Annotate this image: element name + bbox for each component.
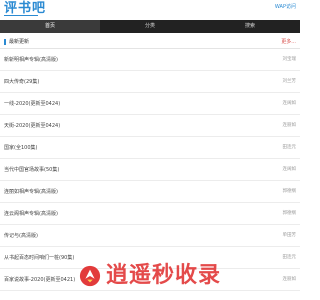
list-item[interactable]: 百家说故事-2020(更新至0421) 连丽如 [0,269,300,291]
list-item-tag[interactable]: 连丽如 [283,276,297,284]
main-nav: 首页 分类 搜索 [0,20,300,33]
list-item-tag[interactable]: 田连元 [283,254,297,262]
list-item[interactable]: 四大传奇(29集) 刘兰芳 [0,71,300,93]
list-item[interactable]: 当代中国官场故事(50集) 连阔如 [0,159,300,181]
section-marker [4,39,6,45]
wap-link[interactable]: WAP访问 [275,4,296,11]
list-item-title[interactable]: 从书起百态时间咱们一桩(90集) [4,254,74,262]
list-item-tag[interactable]: 刘宝瑞 [283,56,297,64]
list-item-tag[interactable]: 单田芳 [283,232,297,240]
list-item-tag[interactable]: 连丽如 [283,122,297,130]
list-item-title[interactable]: 四大传奇(29集) [4,78,39,86]
list-item[interactable]: 天街-2020(更新至0424) 连丽如 [0,115,300,137]
list-item-tag[interactable]: 连阔如 [283,166,297,174]
list-item[interactable]: 连丽如相声专辑(高清版) 郭德纲 [0,181,300,203]
list-item-title[interactable]: 连丽如相声专辑(高清版) [4,188,58,196]
update-list: 新斩明相声专辑(高清版) 刘宝瑞 四大传奇(29集) 刘兰芳 一线-2020(更… [0,49,300,291]
list-item-tag[interactable]: 田连元 [283,144,297,152]
list-item-title[interactable]: 国家(全100集) [4,144,37,152]
list-item-title[interactable]: 百家说故事-2020(更新至0421) [4,276,75,284]
list-item-title[interactable]: 传记与(高清版) [4,232,38,240]
nav-item-home[interactable]: 首页 [0,20,100,33]
section-title: 最新更新 [9,39,30,45]
latest-updates-header: 最新更新 更多... [0,36,300,49]
list-item-title[interactable]: 一线-2020(更新至0424) [4,100,60,108]
nav-item-search[interactable]: 搜索 [200,20,300,33]
site-header: 评书吧 WAP访问 [0,0,300,18]
logo-underline [4,15,38,16]
list-item-title[interactable]: 当代中国官场故事(50集) [4,166,59,174]
list-item-title[interactable]: 天街-2020(更新至0424) [4,122,60,130]
nav-item-category[interactable]: 分类 [100,20,200,33]
list-item[interactable]: 新斩明相声专辑(高清版) 刘宝瑞 [0,49,300,71]
list-item-title[interactable]: 连云阁相声专辑(高清版) [4,210,58,218]
list-item[interactable]: 一线-2020(更新至0424) 连阔如 [0,93,300,115]
list-item[interactable]: 国家(全100集) 田连元 [0,137,300,159]
list-item-title[interactable]: 新斩明相声专辑(高清版) [4,56,58,64]
list-item-tag[interactable]: 刘兰芳 [283,78,297,86]
list-item[interactable]: 传记与(高清版) 单田芳 [0,225,300,247]
list-item-tag[interactable]: 郭德纲 [283,188,297,196]
more-link[interactable]: 更多... [281,38,296,46]
list-item-tag[interactable]: 郭德纲 [283,210,297,218]
list-item[interactable]: 连云阁相声专辑(高清版) 郭德纲 [0,203,300,225]
list-item[interactable]: 从书起百态时间咱们一桩(90集) 田连元 [0,247,300,269]
list-item-tag[interactable]: 连阔如 [283,100,297,108]
